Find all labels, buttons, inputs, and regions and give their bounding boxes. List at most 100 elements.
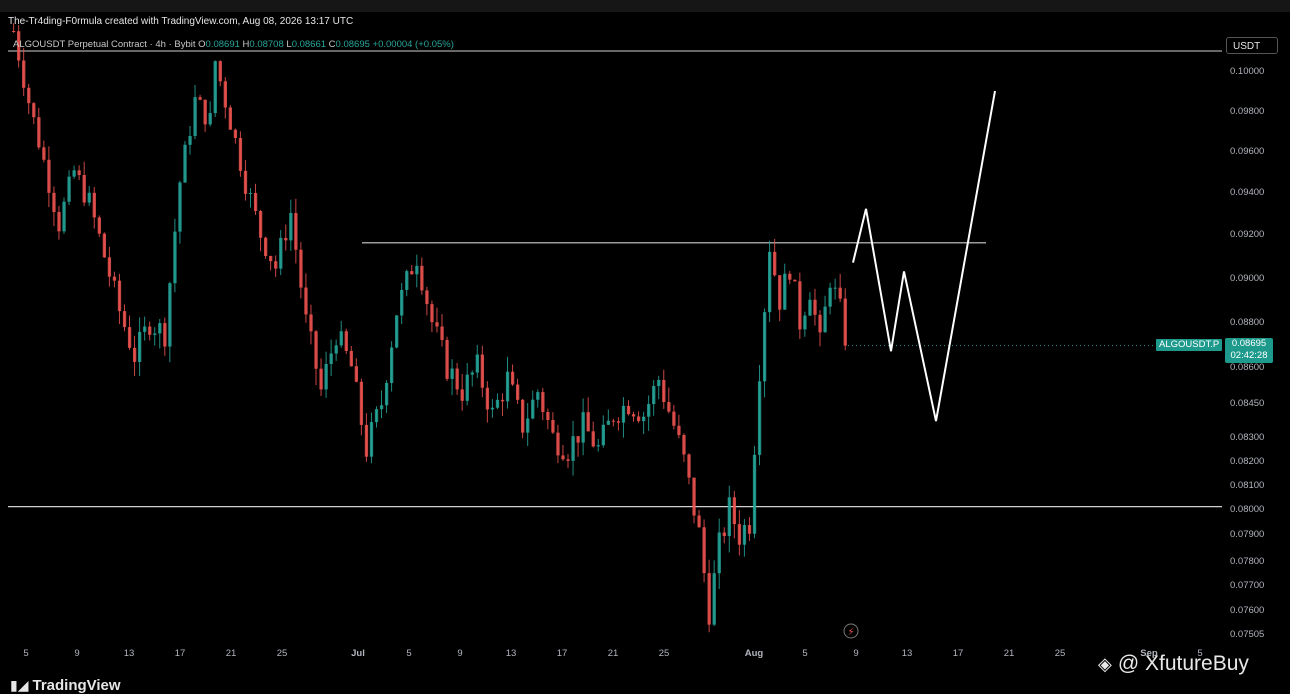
candle-body: [823, 306, 827, 333]
y-tick-label: 0.08600: [1230, 362, 1264, 373]
candle-body: [183, 144, 187, 183]
candle-body: [717, 532, 721, 574]
candle-body: [173, 231, 177, 284]
candle-body: [838, 287, 842, 299]
symbol-legend: ALGOUSDT Perpetual Contract · 4h · Bybit…: [13, 39, 454, 50]
candle-body: [384, 382, 389, 406]
candle-body: [87, 192, 91, 203]
candle-body: [238, 138, 243, 171]
x-tick-label: 13: [506, 648, 517, 659]
candle-body: [581, 412, 585, 443]
candle-body: [430, 304, 434, 323]
last-price: 0.08695: [1231, 338, 1267, 349]
candle-body: [319, 368, 323, 390]
candle-body: [203, 99, 207, 125]
candle-body: [586, 412, 590, 432]
candle-body: [369, 422, 374, 457]
candle-body: [67, 176, 71, 202]
candle-body: [198, 97, 202, 100]
candle-body: [390, 347, 394, 383]
candle-body: [153, 333, 157, 335]
candle-body: [803, 315, 807, 330]
candle-body: [405, 271, 409, 290]
candles: [12, 23, 847, 633]
binance-diamond-icon: ◈: [1098, 654, 1112, 674]
candle-body: [516, 384, 520, 400]
x-tick-label: 25: [277, 648, 288, 659]
candle-body: [62, 201, 66, 232]
y-tick-label: 0.08200: [1230, 456, 1264, 467]
candle-body: [642, 416, 646, 422]
candle-body: [707, 573, 711, 625]
watermark-text: @ XfutureBuy: [1117, 652, 1249, 675]
candle-body: [591, 431, 595, 447]
candle-body: [727, 497, 731, 537]
candle-body: [662, 380, 666, 403]
y-tick-label: 0.08450: [1230, 398, 1264, 409]
y-tick-label: 0.07505: [1230, 629, 1264, 640]
candle-body: [359, 381, 364, 425]
x-tick-label: 25: [1055, 648, 1066, 659]
candle-body: [470, 372, 474, 375]
candle-body: [127, 327, 132, 348]
candle-body: [269, 256, 273, 262]
candle-body: [460, 389, 464, 401]
candle-body: [445, 339, 449, 379]
candle-body: [132, 347, 137, 362]
candle-body: [510, 371, 515, 385]
candle-body: [42, 147, 46, 160]
candle-body: [773, 251, 777, 276]
candle-body: [112, 276, 117, 281]
candle-body: [495, 399, 500, 408]
bar-countdown: 02:42:28: [1230, 350, 1268, 361]
candle-body: [243, 170, 248, 194]
candle-body: [742, 525, 747, 545]
legend-open: 0.08691: [205, 39, 240, 50]
candle-body: [813, 299, 817, 315]
candle-body: [798, 281, 802, 330]
candle-body: [697, 515, 701, 528]
currency-selector[interactable]: USDT: [1226, 37, 1278, 54]
tradingview-logo[interactable]: ▮◢ TradingView: [10, 677, 121, 694]
tradingview-brand: TradingView: [32, 677, 121, 694]
y-tick-label: 0.09000: [1230, 273, 1264, 284]
lightning-icon: ⚡: [843, 623, 859, 639]
candle-body: [163, 323, 167, 347]
candle-body: [692, 477, 696, 516]
candle-body: [768, 251, 772, 313]
candle-body: [677, 425, 681, 436]
price-chart[interactable]: ⚡ 0.10000 0.09800 0.09600 0.09400 0.09200 0.0…: [0, 0, 1290, 692]
y-tick-label: 0.09600: [1230, 146, 1264, 157]
candle-body: [576, 436, 580, 443]
candle-body: [531, 399, 535, 419]
candle-body: [334, 345, 338, 354]
candle-body: [354, 366, 359, 382]
candle-body: [505, 371, 510, 402]
x-tick-label: 17: [175, 648, 186, 659]
candle-body: [687, 454, 691, 478]
candle-body: [561, 455, 565, 460]
watermark: ◈ @ XfutureBuy: [1098, 652, 1249, 676]
candle-body: [47, 159, 51, 193]
candle-body: [122, 311, 127, 328]
candle-body: [349, 350, 353, 367]
candle-body: [57, 212, 61, 232]
candle-body: [526, 418, 530, 433]
candle-body: [541, 392, 545, 412]
candle-body: [228, 107, 233, 130]
candle-body: [420, 265, 424, 291]
candle-body: [455, 368, 459, 390]
candle-body: [374, 409, 379, 423]
y-tick-label: 0.07600: [1230, 605, 1264, 616]
candle-body: [783, 273, 787, 310]
candle-body: [490, 407, 495, 410]
candle-body: [631, 414, 636, 417]
candle-body: [647, 404, 651, 417]
candle-body: [344, 331, 348, 351]
x-tick-label: 17: [557, 648, 568, 659]
candle-body: [601, 424, 605, 446]
x-tick-label: 25: [659, 648, 670, 659]
candle-body: [652, 386, 656, 405]
candle-body: [309, 314, 313, 332]
candle-body: [556, 432, 560, 456]
